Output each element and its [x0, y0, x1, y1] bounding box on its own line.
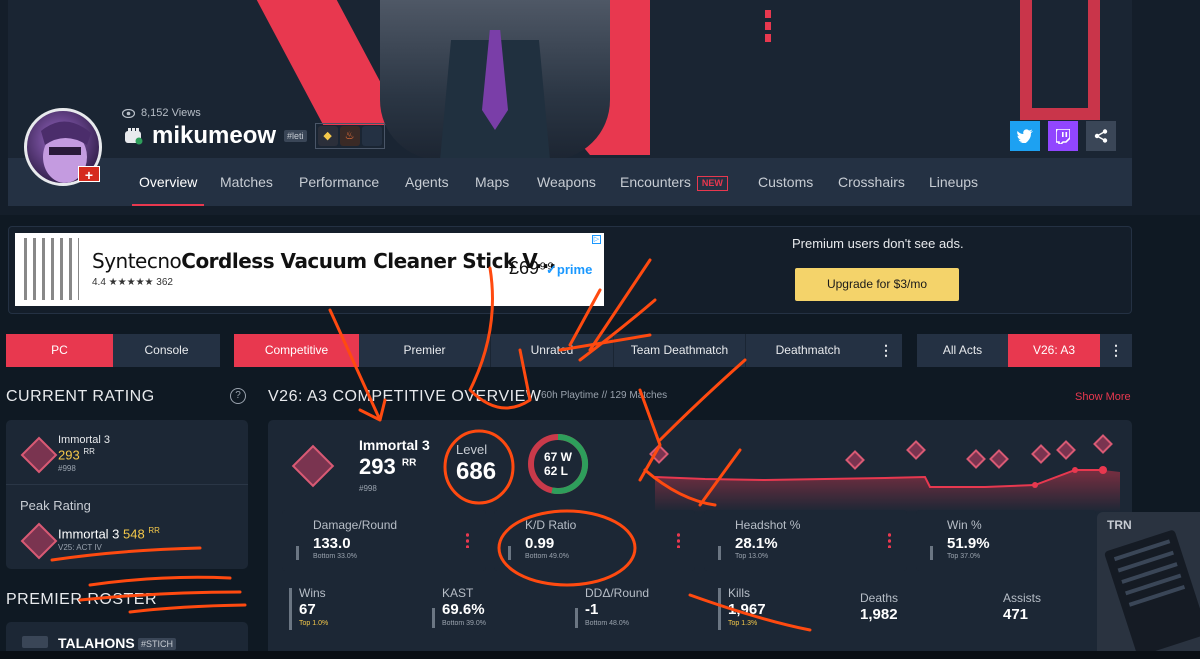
hand-drawn-annotation	[50, 258, 812, 632]
